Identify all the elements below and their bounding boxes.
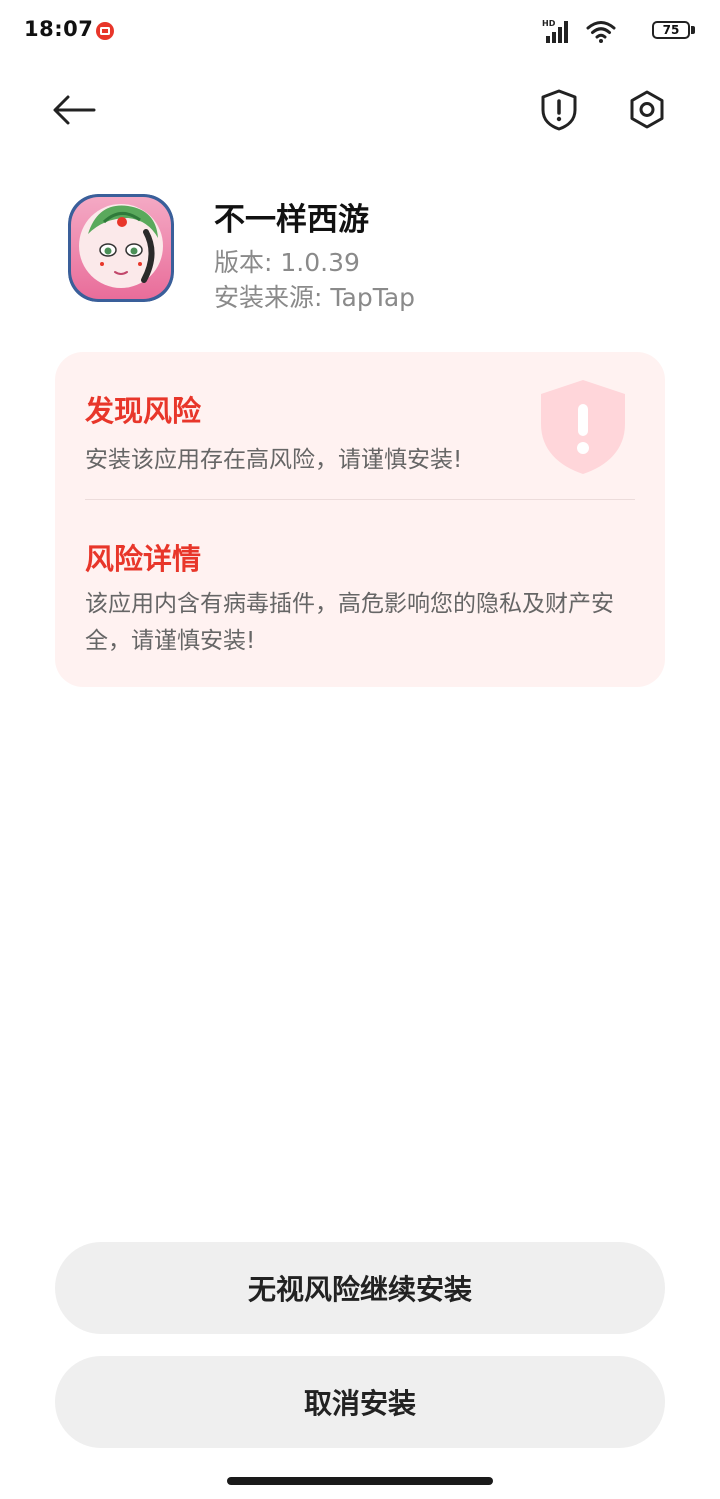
home-indicator[interactable]: [227, 1477, 493, 1485]
battery-icon: 75: [652, 21, 696, 41]
wifi-icon: [586, 21, 616, 43]
back-button[interactable]: [48, 86, 100, 134]
shield-alert-icon: [541, 89, 577, 131]
cancel-install-button[interactable]: 取消安装: [55, 1356, 665, 1448]
settings-icon: [630, 90, 664, 129]
status-time: 18:07: [24, 17, 94, 41]
arrow-left-icon: [53, 95, 96, 125]
settings-button[interactable]: [624, 86, 670, 134]
risk-description: 安装该应用存在高风险，请谨慎安装!: [85, 447, 463, 473]
notification-app-icon: [96, 22, 114, 40]
risk-warning-card: 发现风险 安装该应用存在高风险，请谨慎安装! 风险详情 该应用内含有病毒插件，高…: [55, 352, 665, 687]
ignore-risk-continue-install-button[interactable]: 无视风险继续安装: [55, 1242, 665, 1334]
security-shield-button[interactable]: [536, 86, 582, 134]
svg-text:HD: HD: [542, 19, 556, 28]
risk-divider: [85, 499, 635, 500]
app-version: 版本: 1.0.39: [214, 248, 360, 277]
app-icon-image: [68, 194, 174, 302]
status-bar: 18:07 HD 75: [0, 0, 720, 64]
battery-level: 75: [652, 21, 690, 39]
risk-shield-icon: [541, 380, 625, 474]
risk-detail-title: 风险详情: [85, 542, 202, 576]
app-install-source: 安装来源: TapTap: [214, 283, 416, 312]
app-name: 不一样西游: [214, 202, 369, 238]
app-icon: [68, 194, 174, 302]
cellular-signal-icon: HD: [542, 19, 568, 43]
risk-detail-description: 该应用内含有病毒插件，高危影响您的隐私及财产安全，请谨慎安装!: [85, 591, 614, 654]
risk-title: 发现风险: [85, 394, 202, 428]
